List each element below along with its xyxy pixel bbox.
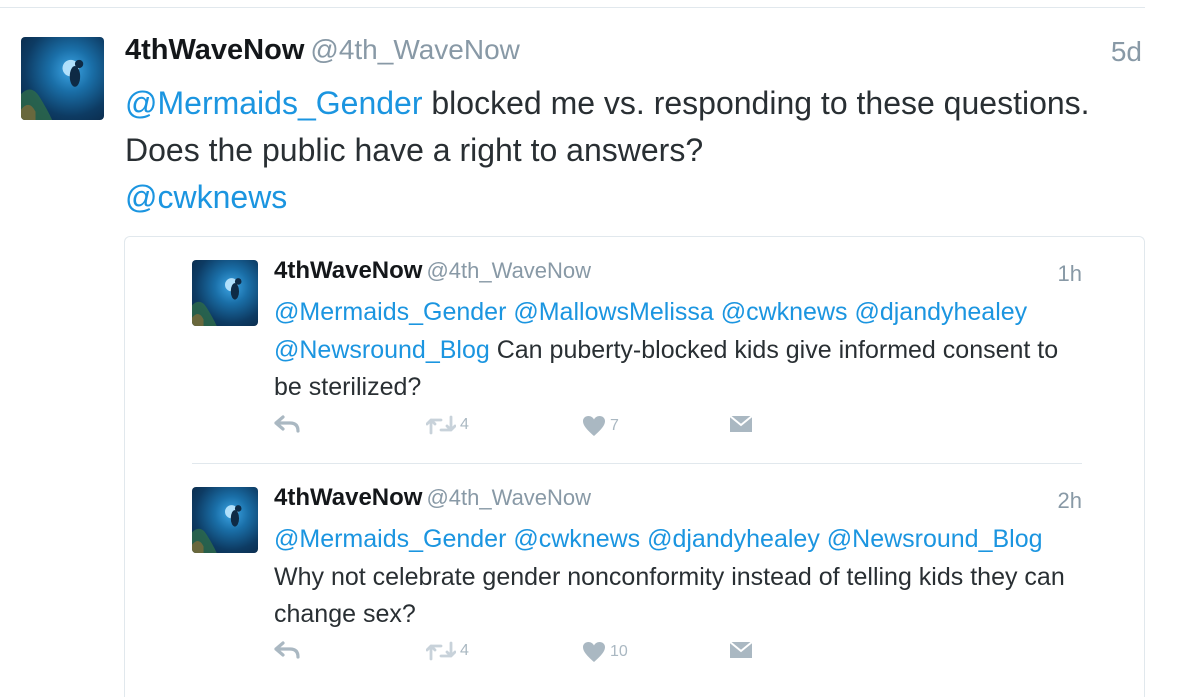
tweet-actions: 4 7 (274, 415, 774, 445)
mention-link[interactable]: @cwknews (125, 179, 287, 215)
tweet-text: @Mermaids_Gender blocked me vs. respondi… (125, 80, 1125, 221)
quoted-tweets-card[interactable]: 4thWaveNow @4th_WaveNow 1h @Mermaids_Gend… (124, 236, 1145, 697)
tweet-text: @Mermaids_Gender @cwknews @djandyhealey … (274, 521, 1082, 634)
tweet-timestamp[interactable]: 5d (1111, 36, 1142, 68)
tweet-header: 4thWaveNow @4th_WaveNow (274, 484, 591, 512)
like-icon (583, 416, 605, 436)
avatar-diver-image (21, 59, 84, 120)
tweet-header: 4thWaveNow @4th_WaveNow (125, 34, 520, 74)
tweet-timestamp[interactable]: 1h (1058, 261, 1082, 287)
user-handle[interactable]: @4th_WaveNow (426, 258, 591, 283)
retweet-count: 4 (460, 416, 469, 433)
retweet-icon (426, 641, 456, 661)
display-name[interactable]: 4thWaveNow (274, 257, 422, 284)
message-icon (729, 641, 753, 658)
display-name[interactable]: 4thWaveNow (274, 484, 422, 511)
top-divider (0, 7, 1145, 8)
quoted-tweet[interactable]: 4thWaveNow @4th_WaveNow 1h @Mermaids_Gend… (192, 237, 1082, 463)
like-button[interactable]: 7 (582, 415, 619, 437)
like-button[interactable]: 10 (582, 641, 628, 663)
avatar[interactable] (192, 260, 258, 326)
user-handle[interactable]: @4th_WaveNow (426, 485, 591, 510)
mention-links[interactable]: @Mermaids_Gender @cwknews @djandyhealey … (274, 525, 1043, 553)
tweet-timestamp[interactable]: 2h (1058, 488, 1082, 514)
quoted-tweet[interactable]: 4thWaveNow @4th_WaveNow 2h @Mermaids_Gend… (192, 464, 1082, 697)
tweet-text: @Mermaids_Gender @MallowsMelissa @cwknew… (274, 294, 1082, 407)
direct-message-button[interactable] (729, 415, 753, 433)
retweet-icon (426, 415, 456, 435)
avatar[interactable] (192, 487, 258, 553)
retweet-button[interactable]: 4 (426, 415, 469, 435)
like-count: 10 (610, 643, 628, 660)
reply-icon (274, 415, 300, 433)
mention-link[interactable]: @Mermaids_Gender (125, 85, 422, 121)
reply-icon (274, 641, 300, 659)
direct-message-button[interactable] (729, 641, 753, 659)
tweet-actions: 4 10 (274, 641, 774, 671)
message-icon (729, 415, 753, 432)
reply-button[interactable] (274, 641, 300, 659)
tweet-header: 4thWaveNow @4th_WaveNow (274, 257, 591, 285)
reply-button[interactable] (274, 415, 300, 433)
like-icon (583, 642, 605, 662)
avatar-diver-image (192, 278, 242, 326)
avatar-diver-image (192, 505, 242, 553)
avatar[interactable] (21, 37, 104, 120)
display-name[interactable]: 4thWaveNow (125, 34, 304, 66)
tweet-body: Why not celebrate gender nonconformity i… (274, 562, 1065, 629)
user-handle[interactable]: @4th_WaveNow (310, 34, 519, 65)
retweet-button[interactable]: 4 (426, 641, 469, 661)
retweet-count: 4 (460, 642, 469, 659)
like-count: 7 (610, 417, 619, 434)
